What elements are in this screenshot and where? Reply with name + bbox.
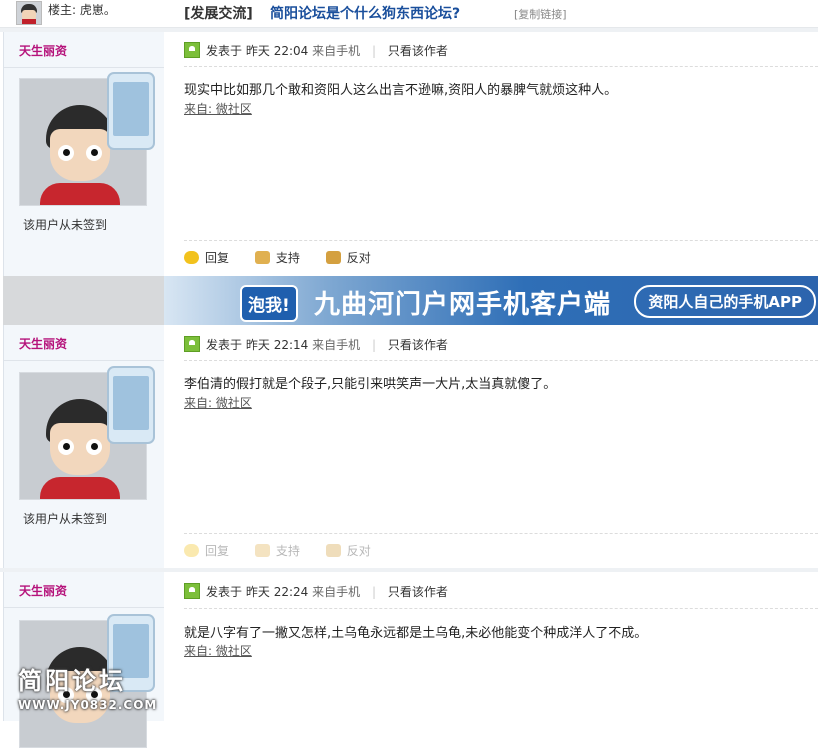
post-actions: 回复 支持 反对 bbox=[184, 249, 393, 266]
banner-title: 九曲河门户网手机客户端 bbox=[314, 290, 612, 320]
post-time-icon bbox=[184, 42, 200, 58]
from-link[interactable]: 来自: 微社区 bbox=[184, 100, 252, 117]
thread-owner: 楼主: 虎崽。 bbox=[48, 3, 116, 17]
reply-icon bbox=[184, 251, 199, 264]
support-icon bbox=[254, 251, 270, 264]
signin-status: 该用户从未签到 bbox=[23, 218, 108, 232]
banner-logo: 泡我! bbox=[240, 285, 298, 322]
posted-time: 22:04 bbox=[273, 44, 309, 58]
post-meta: 发表于 昨天 22:04 来自手机 | 只看该作者 bbox=[184, 42, 448, 59]
post-author-panel: 天生丽资 该用户从未签到 bbox=[3, 325, 165, 568]
author-name[interactable]: 天生丽资 bbox=[19, 42, 67, 59]
post-meta: 发表于 昨天 22:14 来自手机 | 只看该作者 bbox=[184, 336, 448, 353]
oppose-icon bbox=[325, 251, 341, 264]
banner-left-filler bbox=[3, 276, 164, 325]
post-source: 来自手机 bbox=[312, 338, 361, 352]
only-author-link[interactable]: 只看该作者 bbox=[388, 44, 448, 58]
reply-icon bbox=[184, 544, 199, 557]
from-link[interactable]: 来自: 微社区 bbox=[184, 394, 252, 411]
thread-header: 楼主: 虎崽。 [发展交流] 简阳论坛是个什么狗东西论坛? [复制链接] bbox=[0, 0, 818, 28]
post-time-icon bbox=[184, 583, 200, 599]
only-author-link[interactable]: 只看该作者 bbox=[388, 585, 448, 599]
only-author-link[interactable]: 只看该作者 bbox=[388, 338, 448, 352]
reply-button[interactable]: 回复 bbox=[184, 544, 229, 558]
post-author-panel: 天生丽资 该用户从未签到 bbox=[3, 32, 165, 276]
support-icon bbox=[254, 544, 270, 557]
post-content: 就是八字有了一撇又怎样,土乌龟永远都是土乌龟,未必他能变个种成洋人了不成。 bbox=[184, 626, 648, 641]
post-body: 发表于 昨天 22:24 来自手机 | 只看该作者 就是八字有了一撇又怎样,土乌… bbox=[164, 572, 818, 721]
owner-avatar[interactable] bbox=[16, 1, 42, 25]
app-banner[interactable]: 泡我! 九曲河门户网手机客户端 资阳人自己的手机APP bbox=[164, 276, 818, 325]
thread-title[interactable]: 简阳论坛是个什么狗东西论坛? bbox=[270, 3, 460, 23]
watermark-title: 简阳论坛 bbox=[18, 667, 126, 695]
post-body: 发表于 昨天 22:14 来自手机 | 只看该作者 李伯清的假打就是个段子,只能… bbox=[164, 325, 818, 568]
post-source: 来自手机 bbox=[312, 585, 361, 599]
support-button[interactable]: 支持 bbox=[254, 544, 300, 558]
reply-button[interactable]: 回复 bbox=[184, 251, 229, 265]
posted-time: 22:14 bbox=[273, 338, 309, 352]
posted-prefix: 发表于 bbox=[206, 585, 243, 599]
banner-tagline: 资阳人自己的手机APP bbox=[634, 285, 816, 318]
posted-day: 昨天 bbox=[245, 585, 270, 599]
thread-category[interactable]: [发展交流] bbox=[184, 3, 253, 23]
post-actions: 回复 支持 反对 bbox=[184, 542, 393, 559]
posted-time: 22:24 bbox=[273, 585, 309, 599]
watermark-url: WWW.JY0832.COM bbox=[18, 698, 158, 712]
post-body: 发表于 昨天 22:04 来自手机 | 只看该作者 现实中比如那几个敢和资阳人这… bbox=[164, 32, 818, 276]
from-link[interactable]: 来自: 微社区 bbox=[184, 642, 252, 659]
copy-link-button[interactable]: [复制链接] bbox=[514, 6, 567, 22]
author-name[interactable]: 天生丽资 bbox=[19, 335, 67, 352]
oppose-button[interactable]: 反对 bbox=[325, 544, 371, 558]
oppose-icon bbox=[325, 544, 341, 557]
post-source: 来自手机 bbox=[312, 44, 361, 58]
post-meta: 发表于 昨天 22:24 来自手机 | 只看该作者 bbox=[184, 583, 448, 600]
posted-prefix: 发表于 bbox=[206, 338, 243, 352]
oppose-button[interactable]: 反对 bbox=[325, 251, 371, 265]
mobile-phone-icon bbox=[107, 366, 155, 444]
signin-status: 该用户从未签到 bbox=[23, 512, 108, 526]
author-name[interactable]: 天生丽资 bbox=[19, 582, 67, 599]
support-button[interactable]: 支持 bbox=[254, 251, 300, 265]
posted-day: 昨天 bbox=[245, 44, 270, 58]
posted-prefix: 发表于 bbox=[206, 44, 243, 58]
mobile-phone-icon bbox=[107, 72, 155, 150]
post-content: 李伯清的假打就是个段子,只能引来哄笑声一大片,太当真就傻了。 bbox=[184, 377, 557, 392]
post-content: 现实中比如那几个敢和资阳人这么出言不逊嘛,资阳人的暴脾气就烦这种人。 bbox=[184, 83, 618, 98]
post-time-icon bbox=[184, 336, 200, 352]
site-watermark: 简阳论坛 WWW.JY0832.COM bbox=[18, 661, 157, 712]
posted-day: 昨天 bbox=[245, 338, 270, 352]
